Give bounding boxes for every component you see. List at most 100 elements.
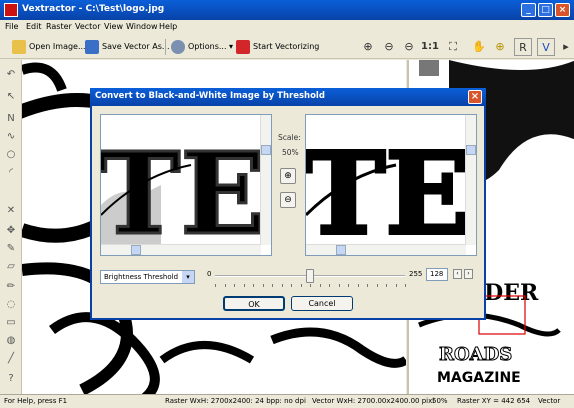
delete-x-icon[interactable]: ✕ — [4, 204, 18, 218]
threshold-decrement-button[interactable]: ‹ — [453, 269, 462, 279]
move-icon[interactable]: ✥ — [4, 224, 18, 238]
slider-tick — [348, 284, 349, 287]
slider-tick — [225, 284, 226, 287]
vector-view-icon[interactable]: V — [537, 38, 555, 56]
threshold-slider-thumb[interactable] — [306, 269, 314, 283]
gear-icon — [171, 39, 185, 54]
slider-tick — [339, 284, 340, 287]
slider-tick — [405, 284, 406, 287]
menu-vector[interactable]: Vector — [75, 22, 101, 31]
slider-tick — [291, 284, 292, 287]
line-icon[interactable]: ╱ — [4, 352, 18, 366]
slider-tick — [377, 284, 378, 287]
options-button[interactable]: Options... ▾ — [171, 39, 233, 55]
polyline-icon[interactable]: N — [4, 112, 18, 126]
app-icon — [4, 3, 18, 17]
main-toolbar: Open Image... Save Vector As... Options.… — [0, 35, 574, 59]
status-help: For Help, press F1 — [4, 397, 68, 405]
dialog-close-icon[interactable]: × — [468, 90, 482, 104]
eraser-icon[interactable]: ▱ — [4, 260, 18, 274]
save-vector-button[interactable]: Save Vector As... — [85, 39, 169, 55]
chevron-down-icon[interactable]: ▾ — [182, 271, 194, 283]
slider-tick — [320, 284, 321, 287]
rect-select-icon[interactable]: ▭ — [4, 316, 18, 330]
result-preview-vscrollbar[interactable] — [465, 115, 476, 245]
threshold-dialog: Convert to Black-and-White Image by Thre… — [90, 88, 486, 320]
cancel-button[interactable]: Cancel — [291, 296, 353, 311]
result-hscroll-thumb[interactable] — [336, 245, 346, 255]
menu-window[interactable]: Window — [126, 22, 158, 31]
curve-icon[interactable]: ∿ — [4, 130, 18, 144]
circle-icon[interactable]: ○ — [4, 148, 18, 162]
raster-view-icon[interactable]: R — [514, 38, 532, 56]
dialog-zoom-in-icon[interactable]: ⊕ — [280, 168, 296, 184]
pan-hand-icon[interactable]: ✋ — [470, 38, 488, 56]
arc-icon[interactable]: ◜ — [4, 166, 18, 180]
svg-text:TE: TE — [101, 129, 261, 245]
toolbar-more-icon[interactable]: ▸ — [557, 38, 574, 56]
ok-button[interactable]: OK — [223, 296, 285, 311]
toolbar-separator — [165, 39, 166, 55]
start-vectorizing-button[interactable]: Start Vectorizing — [236, 39, 319, 55]
status-vector-info: Vector WxH: 2700.00x2400.00 pixi — [312, 397, 435, 405]
dialog-zoom-out-icon[interactable]: ⊖ — [280, 192, 296, 208]
menu-edit[interactable]: Edit — [26, 22, 42, 31]
slider-tick — [263, 284, 264, 287]
close-button[interactable]: × — [555, 3, 570, 17]
left-tool-palette: ↶ ↖ N ∿ ○ ◜ ✕ ✥ ✎ ▱ ✏ ◌ ▭ ◍ ╱ ? — [0, 60, 22, 394]
scale-label: Scale: — [278, 133, 301, 142]
original-hscroll-thumb[interactable] — [131, 245, 141, 255]
original-preview-hscrollbar[interactable] — [101, 244, 261, 255]
slider-tick — [244, 284, 245, 287]
play-icon — [236, 39, 250, 54]
maximize-button[interactable]: □ — [538, 3, 553, 17]
fit-to-window-icon[interactable]: ⛶ — [444, 38, 462, 56]
help-pointer-icon[interactable]: ? — [4, 372, 18, 386]
window-titlebar[interactable]: Vextractor - C:\Test\logo.jpg _ □ × — [0, 0, 574, 20]
original-preview-vscrollbar[interactable] — [260, 115, 271, 245]
threshold-increment-button[interactable]: › — [464, 269, 473, 279]
brush-icon[interactable]: ✏ — [4, 280, 18, 294]
save-disk-icon — [85, 39, 99, 54]
slider-tick — [358, 284, 359, 287]
menu-file[interactable]: File — [5, 22, 18, 31]
crosshair-icon[interactable]: ⊕ — [491, 38, 509, 56]
result-preview[interactable]: TE — [305, 114, 477, 256]
window-title: Vextractor - C:\Test\logo.jpg — [22, 4, 165, 14]
menu-view[interactable]: View — [104, 22, 123, 31]
zoom-out-more-icon[interactable]: ⊖ — [400, 38, 418, 56]
status-mode: Vector — [538, 397, 561, 405]
result-vscroll-thumb[interactable] — [466, 145, 476, 155]
status-raster-info: Raster WxH: 2700x2400: 24 bpp: no dpi — [165, 397, 306, 405]
threshold-value-field[interactable]: 128 — [426, 268, 448, 281]
result-preview-image: TE — [306, 127, 473, 255]
threshold-method-select[interactable]: Brightness Threshold ▾ — [100, 270, 195, 284]
status-bar: For Help, press F1 Raster WxH: 2700x2400… — [0, 394, 574, 408]
minimize-button[interactable]: _ — [521, 3, 536, 17]
svg-text:MAGAZINE: MAGAZINE — [437, 370, 521, 386]
lasso-icon[interactable]: ◌ — [4, 298, 18, 312]
original-vscroll-thumb[interactable] — [261, 145, 271, 155]
original-preview-image: TE — [101, 128, 267, 255]
zoom-in-icon[interactable]: ⊕ — [359, 38, 377, 56]
undo-icon[interactable]: ↶ — [4, 68, 18, 82]
menu-raster[interactable]: Raster — [46, 22, 72, 31]
select-arrow-icon[interactable]: ↖ — [4, 90, 18, 104]
open-image-button[interactable]: Open Image... — [12, 39, 86, 55]
slider-tick — [329, 284, 330, 287]
fill-icon[interactable]: ◍ — [4, 334, 18, 348]
dialog-titlebar[interactable]: Convert to Black-and-White Image by Thre… — [90, 88, 486, 106]
scale-value: 50% — [282, 148, 299, 157]
slider-tick — [386, 284, 387, 287]
start-vectorizing-label: Start Vectorizing — [253, 42, 320, 51]
zoom-actual-size-button[interactable]: 1:1 — [421, 38, 439, 56]
result-preview-hscrollbar[interactable] — [306, 244, 466, 255]
zoom-out-icon[interactable]: ⊖ — [380, 38, 398, 56]
slider-tick — [367, 284, 368, 287]
slider-min-label: 0 — [207, 270, 212, 278]
menu-help[interactable]: Help — [159, 22, 177, 31]
original-preview[interactable]: TE — [100, 114, 272, 256]
pencil-icon[interactable]: ✎ — [4, 242, 18, 256]
folder-icon — [12, 39, 26, 54]
app-window: Vextractor - C:\Test\logo.jpg _ □ × File… — [0, 0, 574, 408]
